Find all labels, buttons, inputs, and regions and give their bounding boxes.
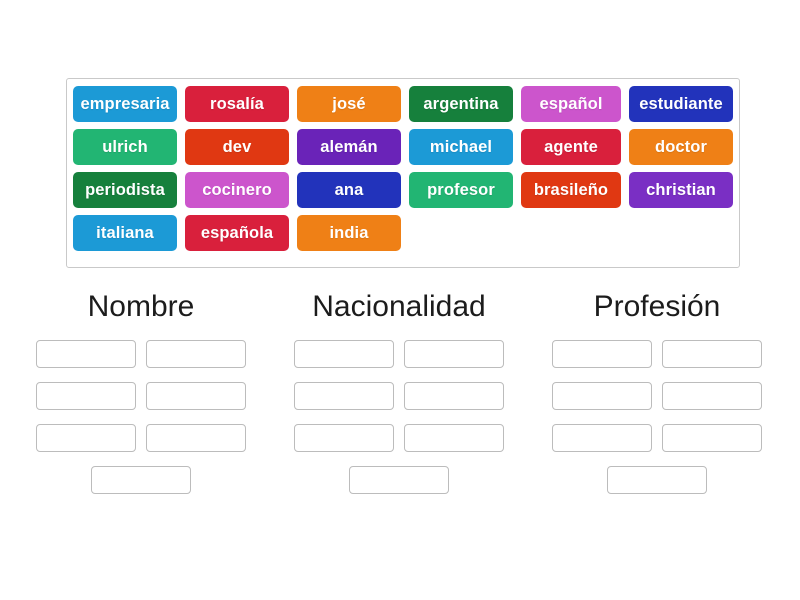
drop-slot[interactable] (552, 340, 652, 368)
tile-label: agente (544, 137, 598, 156)
draggable-tile[interactable]: empresaria (73, 86, 177, 122)
tile-label: cocinero (202, 180, 272, 199)
drop-slot-row-final (280, 466, 518, 508)
drop-slot[interactable] (91, 466, 191, 494)
category-columns: Nombre Nacionalidad Profesión (0, 288, 800, 508)
drop-slot[interactable] (662, 382, 762, 410)
draggable-tile[interactable]: agente (521, 129, 621, 165)
category-title: Nombre (87, 290, 195, 323)
draggable-tile[interactable]: española (185, 215, 289, 251)
draggable-tile[interactable]: italiana (73, 215, 177, 251)
tile-label: española (200, 223, 274, 242)
tile-label: ulrich (102, 137, 148, 156)
drop-slot[interactable] (552, 382, 652, 410)
drop-slot[interactable] (36, 340, 136, 368)
tile-row: italiana española india (67, 215, 739, 258)
drop-slot[interactable] (146, 382, 246, 410)
tile-label: italiana (96, 223, 154, 242)
tile-label: michael (429, 137, 493, 156)
drop-slot-row-final (538, 466, 776, 508)
drop-slot[interactable] (36, 382, 136, 410)
tile-row: ulrich dev alemán michael agente doctor (67, 129, 739, 172)
draggable-tile[interactable]: michael (409, 129, 513, 165)
draggable-tile[interactable]: dev (185, 129, 289, 165)
tile-row: periodista cocinero ana profesor brasile… (67, 172, 739, 215)
drop-slot[interactable] (662, 340, 762, 368)
category-column-nombre: Nombre (12, 288, 270, 508)
drop-slot[interactable] (552, 424, 652, 452)
draggable-tile[interactable]: christian (629, 172, 733, 208)
category-title: Profesión (593, 290, 721, 323)
tile-label: rosalía (210, 94, 264, 113)
tile-label: argentina (423, 94, 499, 113)
tile-label: alemán (320, 137, 378, 156)
drop-slot[interactable] (404, 340, 504, 368)
tile-bank-panel: empresaria rosalía josé argentina españo… (66, 78, 740, 268)
tile-label: india (329, 223, 369, 242)
draggable-tile[interactable]: rosalía (185, 86, 289, 122)
draggable-tile[interactable]: ulrich (73, 129, 177, 165)
category-column-profesion: Profesión (528, 288, 786, 508)
tile-row: empresaria rosalía josé argentina españo… (67, 86, 739, 129)
drop-slot[interactable] (36, 424, 136, 452)
tile-label: estudiante (639, 94, 723, 113)
drop-slot-grid (538, 340, 776, 466)
tile-label: christian (646, 180, 716, 199)
tile-label: brasileño (533, 180, 609, 199)
draggable-tile[interactable]: periodista (73, 172, 177, 208)
drop-slot-grid (280, 340, 518, 466)
draggable-tile[interactable]: argentina (409, 86, 513, 122)
draggable-tile[interactable]: cocinero (185, 172, 289, 208)
drop-slot[interactable] (294, 424, 394, 452)
category-title: Nacionalidad (312, 290, 486, 323)
tile-label: dev (222, 137, 252, 156)
drop-slot[interactable] (662, 424, 762, 452)
drop-slot[interactable] (294, 340, 394, 368)
tile-label: josé (332, 94, 366, 113)
tile-label: profesor (427, 180, 495, 199)
draggable-tile[interactable]: estudiante (629, 86, 733, 122)
drop-slot[interactable] (146, 424, 246, 452)
draggable-tile[interactable]: doctor (629, 129, 733, 165)
drop-slot[interactable] (146, 340, 246, 368)
drop-slot[interactable] (607, 466, 707, 494)
tile-label: empresaria (80, 94, 170, 113)
tile-label: periodista (85, 180, 165, 199)
draggable-tile[interactable]: profesor (409, 172, 513, 208)
drop-slot-row-final (22, 466, 260, 508)
drop-slot[interactable] (404, 424, 504, 452)
draggable-tile[interactable]: alemán (297, 129, 401, 165)
tile-label: doctor (655, 137, 707, 156)
drop-slot-grid (22, 340, 260, 466)
draggable-tile[interactable]: brasileño (521, 172, 621, 208)
draggable-tile[interactable]: español (521, 86, 621, 122)
draggable-tile[interactable]: ana (297, 172, 401, 208)
tile-label: ana (334, 180, 364, 199)
drop-slot[interactable] (294, 382, 394, 410)
drop-slot[interactable] (404, 382, 504, 410)
tile-label: español (539, 94, 603, 113)
draggable-tile[interactable]: india (297, 215, 401, 251)
drop-slot[interactable] (349, 466, 449, 494)
draggable-tile[interactable]: josé (297, 86, 401, 122)
category-column-nacionalidad: Nacionalidad (270, 288, 528, 508)
